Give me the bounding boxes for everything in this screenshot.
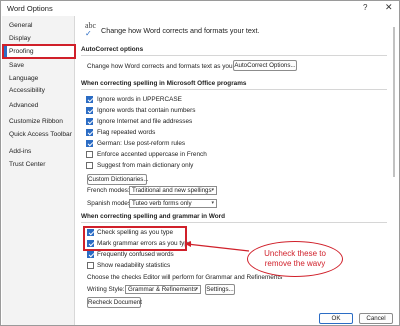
checkbox-ignore-uppercase[interactable]	[86, 96, 93, 103]
sidebar-item-add-ins[interactable]: Add-ins	[9, 148, 31, 155]
divider	[81, 222, 387, 223]
checkbox-french-accented[interactable]	[86, 151, 93, 158]
custom-dictionaries-button[interactable]: Custom Dictionaries...	[87, 174, 149, 185]
checkbox-ignore-internet-addresses[interactable]	[86, 118, 93, 125]
checkbox-main-dictionary-only[interactable]	[86, 162, 93, 169]
divider	[81, 89, 387, 90]
chevron-down-icon: ▾	[195, 286, 198, 292]
chevron-down-icon: ▾	[211, 187, 214, 193]
ok-button[interactable]: OK	[319, 313, 353, 324]
section-title-office-spelling: When correcting spelling in Microsoft Of…	[81, 80, 247, 87]
french-modes-select[interactable]: Traditional and new spellings ▾	[129, 186, 217, 195]
close-icon[interactable]: ✕	[385, 2, 393, 13]
autocorrect-options-button[interactable]: AutoCorrect Options...	[233, 60, 297, 71]
callout-arrow	[185, 241, 250, 252]
sidebar-item-customize-ribbon[interactable]: Customize Ribbon	[9, 118, 63, 125]
option-label: Show readability statistics	[97, 262, 171, 269]
chevron-down-icon: ▾	[211, 200, 214, 206]
french-modes-value: Traditional and new spellings	[132, 187, 212, 194]
option-label: Frequently confused words	[97, 251, 174, 258]
title-bar: Word Options ? ✕	[1, 1, 399, 16]
section-title-autocorrect: AutoCorrect options	[81, 46, 144, 53]
sidebar-item-general[interactable]: General	[9, 22, 32, 29]
checkbox-flag-repeated[interactable]	[86, 129, 93, 136]
checkmark-icon: ✓	[85, 29, 92, 38]
help-icon[interactable]: ?	[363, 3, 367, 12]
writing-style-value: Grammar & Refinements	[128, 286, 197, 293]
writing-style-select[interactable]: Grammar & Refinements ▾	[125, 285, 201, 294]
sidebar-item-language[interactable]: Language	[9, 75, 38, 82]
cancel-button[interactable]: Cancel	[359, 313, 393, 324]
section-title-word-spelling: When correcting spelling and grammar in …	[81, 213, 226, 220]
checkbox-frequently-confused[interactable]	[87, 251, 94, 258]
option-label: Ignore words that contain numbers	[97, 107, 196, 114]
option-label: Enforce accented uppercase in French	[97, 151, 207, 158]
page-description: Change how Word corrects and formats you…	[101, 26, 260, 35]
autocorrect-description: Change how Word corrects and formats tex…	[87, 63, 249, 70]
checkbox-ignore-numbers[interactable]	[86, 107, 93, 114]
option-label: Ignore Internet and file addresses	[97, 118, 193, 125]
spanish-modes-value: Tuteo verb forms only	[132, 200, 192, 207]
annotation-highlight-box	[83, 226, 187, 251]
writing-style-label: Writing Style:	[87, 286, 125, 293]
sidebar-item-save[interactable]: Save	[9, 62, 24, 69]
sidebar-item-proofing[interactable]: Proofing	[9, 48, 34, 55]
scrollbar-thumb[interactable]	[393, 27, 395, 177]
french-modes-label: French modes:	[87, 187, 130, 194]
sidebar-item-trust-center[interactable]: Trust Center	[9, 161, 45, 168]
spanish-modes-select[interactable]: Tuteo verb forms only ▾	[129, 199, 217, 208]
settings-button[interactable]: Settings...	[205, 284, 235, 295]
sidebar-item-quick-access-toolbar[interactable]: Quick Access Toolbar	[9, 131, 72, 138]
window-title: Word Options	[7, 4, 53, 13]
option-label: Flag repeated words	[97, 129, 156, 136]
sidebar-item-display[interactable]: Display	[9, 35, 31, 42]
sidebar-item-advanced[interactable]: Advanced	[9, 102, 38, 109]
sidebar-item-accessibility[interactable]: Accessibility	[9, 87, 45, 94]
word-options-window: Word Options ? ✕ General Display Proofin…	[0, 0, 400, 326]
checkbox-readability-stats[interactable]	[87, 262, 94, 269]
checkbox-german-post-reform[interactable]	[86, 140, 93, 147]
option-label: German: Use post-reform rules	[97, 140, 186, 147]
divider	[81, 55, 387, 56]
choose-checks-text: Choose the checks Editor will perform fo…	[87, 274, 283, 281]
recheck-document-button[interactable]: Recheck Document	[87, 297, 142, 308]
option-label: Suggest from main dictionary only	[97, 162, 194, 169]
annotation-callout-text: Uncheck these to remove the wavy	[264, 249, 326, 268]
scrollbar[interactable]	[392, 17, 397, 305]
spanish-modes-label: Spanish modes:	[87, 200, 133, 207]
option-label: Ignore words in UPPERCASE	[97, 96, 182, 103]
